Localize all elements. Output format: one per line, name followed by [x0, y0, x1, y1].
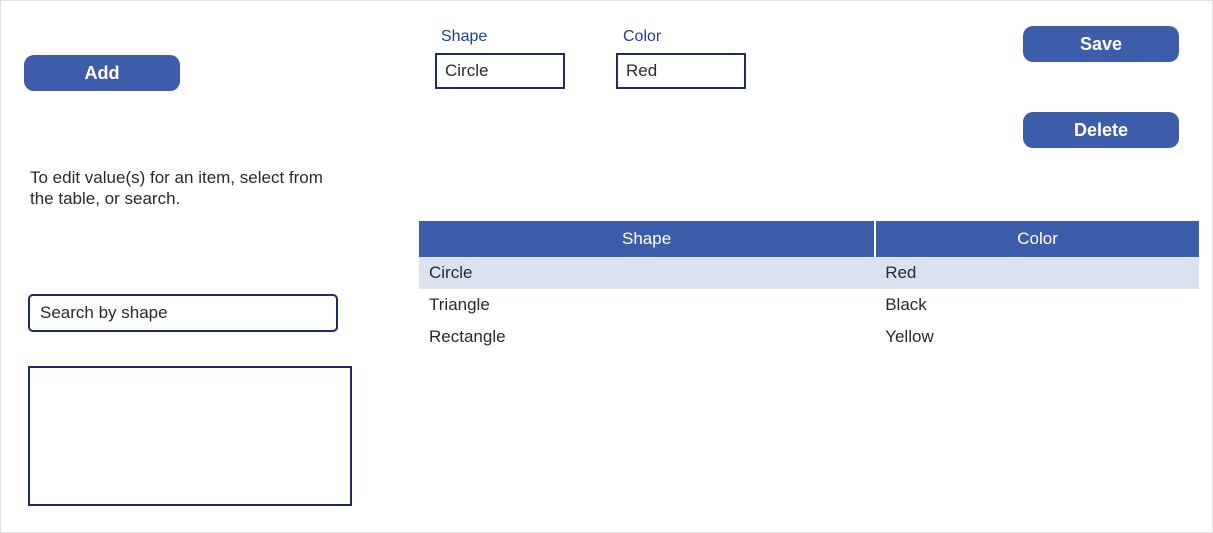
- table-cell-color: Yellow: [875, 321, 1199, 353]
- search-results-box[interactable]: [28, 366, 352, 506]
- shape-input[interactable]: [435, 53, 565, 89]
- table-row[interactable]: TriangleBlack: [419, 289, 1199, 321]
- table-header-shape: Shape: [419, 221, 875, 257]
- table-cell-color: Black: [875, 289, 1199, 321]
- color-field-label: Color: [623, 28, 661, 46]
- save-button[interactable]: Save: [1023, 26, 1179, 62]
- shapes-table: Shape Color CircleRedTriangleBlackRectan…: [419, 221, 1199, 353]
- table-row[interactable]: CircleRed: [419, 257, 1199, 289]
- table-header-color: Color: [875, 221, 1199, 257]
- search-input[interactable]: [28, 294, 338, 332]
- table-row[interactable]: RectangleYellow: [419, 321, 1199, 353]
- add-button[interactable]: Add: [24, 55, 180, 91]
- table-cell-color: Red: [875, 257, 1199, 289]
- table-cell-shape: Rectangle: [419, 321, 875, 353]
- shape-field-label: Shape: [441, 28, 487, 46]
- delete-button[interactable]: Delete: [1023, 112, 1179, 148]
- table-cell-shape: Triangle: [419, 289, 875, 321]
- table-cell-shape: Circle: [419, 257, 875, 289]
- help-text: To edit value(s) for an item, select fro…: [30, 167, 330, 210]
- table-header-row: Shape Color: [419, 221, 1199, 257]
- color-input[interactable]: [616, 53, 746, 89]
